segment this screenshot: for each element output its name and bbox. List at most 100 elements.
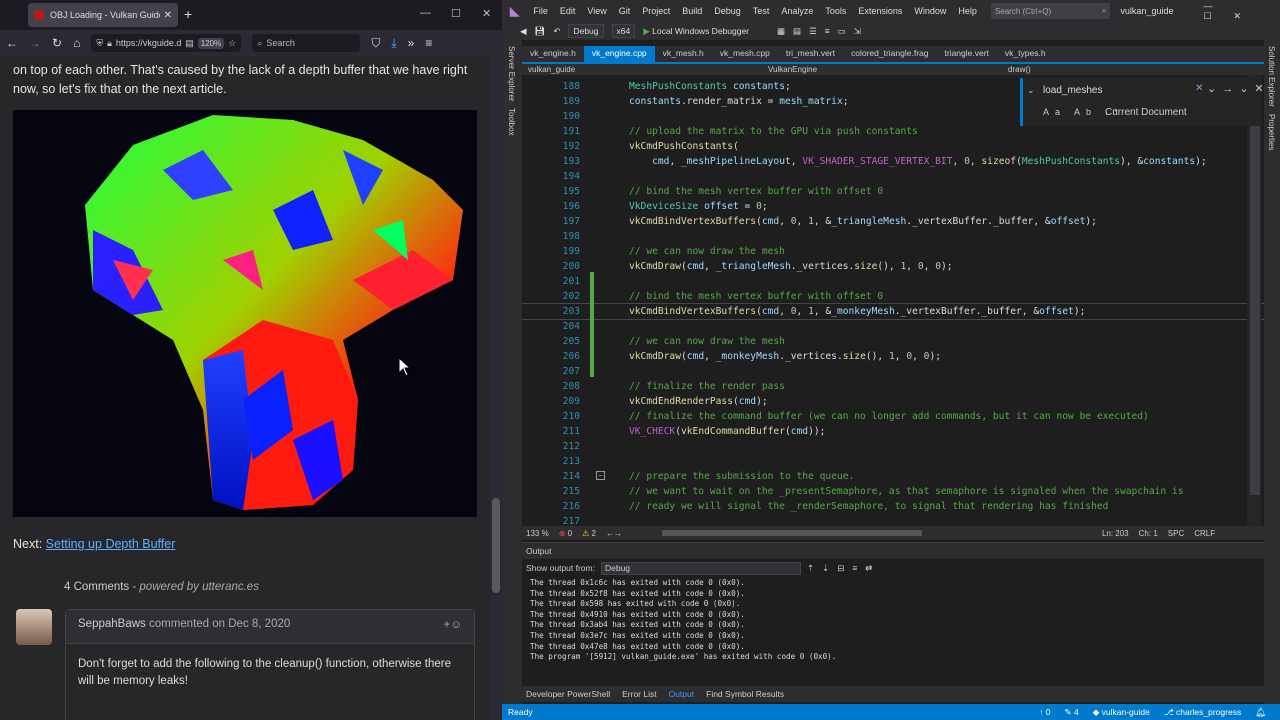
pocket-icon[interactable]: ⛉	[371, 36, 380, 51]
undo-icon[interactable]: ↶	[553, 26, 560, 37]
menu-tools[interactable]: Tools	[819, 6, 852, 16]
code-line[interactable]: 214 // prepare the submission to the queu…	[522, 469, 1264, 484]
close-window-button[interactable]: ✕	[482, 7, 491, 20]
nav-back-icon[interactable]: ◀	[520, 26, 527, 37]
project-dropdown[interactable]: vulkan_guide	[522, 65, 752, 74]
code-line[interactable]: 215 // we want to wait on the _presentSem…	[522, 484, 1264, 499]
output-source-dropdown[interactable]: Debug	[600, 561, 801, 575]
tab-triangle-vert[interactable]: triangle.vert	[937, 46, 997, 62]
save-all-icon[interactable]: 💾︎	[535, 26, 546, 37]
tab-vk-types-h[interactable]: vk_types.h	[997, 46, 1054, 62]
code-line[interactable]: 191 // upload the matrix to the GPU via p…	[522, 124, 1264, 139]
editor-scroll-thumb[interactable]	[1250, 115, 1260, 495]
server-explorer-tab[interactable]: Server Explorer	[507, 46, 516, 102]
menu-icon[interactable]: ≡	[425, 36, 432, 50]
forward-icon[interactable]: →	[29, 36, 41, 50]
maximize-button[interactable]: ☐	[451, 7, 461, 20]
address-bar[interactable]: ⛨ 🔒︎ https://vkguide.d ▤ 120% ☆	[91, 34, 242, 52]
minimize-button[interactable]: —	[420, 7, 431, 19]
code-line[interactable]: 213	[522, 454, 1264, 469]
tab-tri-mesh-vert[interactable]: tri_mesh.vert	[778, 46, 843, 62]
warning-count[interactable]: ⚠ 2	[582, 529, 596, 538]
code-line[interactable]: 211 VK_CHECK(vkEndCommandBuffer(cmd));	[522, 424, 1264, 439]
menu-edit[interactable]: Edit	[554, 6, 582, 16]
reader-icon[interactable]: ▤	[185, 38, 194, 49]
home-icon[interactable]: ⌂	[73, 36, 80, 50]
menu-project[interactable]: Project	[636, 6, 676, 16]
code-line[interactable]: 217	[522, 514, 1264, 526]
tab-find-symbol-results[interactable]: Find Symbol Results	[706, 689, 784, 699]
member-dropdown[interactable]: draw()	[1002, 65, 1031, 74]
code-line[interactable]: 207	[522, 364, 1264, 379]
nav-arrows-icon[interactable]: ←→	[606, 529, 622, 538]
error-count[interactable]: ⊗ 0	[559, 529, 572, 538]
code-line[interactable]: 203 vkCmdBindVertexBuffers(cmd, 0, 1, &_m…	[522, 303, 1264, 320]
code-line[interactable]: 196 VkDeviceSize offset = 0;	[522, 199, 1264, 214]
editor-zoom[interactable]: 133 %	[526, 529, 549, 538]
tab-vk-engine-cpp[interactable]: vk_engine.cpp	[583, 46, 655, 62]
code-line[interactable]: 197 vkCmdBindVertexBuffers(cmd, 0, 1, &_t…	[522, 214, 1264, 229]
menu-build[interactable]: Build	[676, 6, 708, 16]
whitespace-mode[interactable]: SPC	[1168, 529, 1184, 538]
repo-name[interactable]: ◆ vulkan-guide	[1093, 707, 1150, 718]
code-line[interactable]: 201	[522, 274, 1264, 289]
toolbox-tab[interactable]: Toolbox	[507, 108, 516, 136]
output-tool-icons[interactable]: ⇡⇣⊟≡⇄	[807, 563, 880, 574]
search-box[interactable]: ⌕ Search	[252, 34, 361, 52]
menu-view[interactable]: View	[581, 6, 612, 16]
menu-help[interactable]: Help	[952, 6, 983, 16]
code-line[interactable]: 216 // ready we will signal the _renderSe…	[522, 499, 1264, 514]
properties-tab[interactable]: Properties	[1267, 114, 1276, 150]
next-article-link[interactable]: Setting up Depth Buffer	[46, 537, 176, 551]
menu-extensions[interactable]: Extensions	[852, 6, 908, 16]
page-scrollbar[interactable]	[490, 56, 502, 720]
tab-error-list[interactable]: Error List	[622, 689, 656, 699]
solution-explorer-tab[interactable]: Solution Explorer	[1267, 46, 1276, 107]
browser-tab[interactable]: OBJ Loading - Vulkan Guide ✕	[28, 3, 178, 27]
code-editor[interactable]: 188 MeshPushConstants constants; 189 consta…	[522, 75, 1264, 526]
git-up-count[interactable]: ↑ 0	[1039, 707, 1050, 718]
tab-vk-mesh-h[interactable]: vk_mesh.h	[655, 46, 712, 62]
tab-vk-mesh-cpp[interactable]: vk_mesh.cpp	[712, 46, 778, 62]
add-reaction-icon[interactable]: +☺	[444, 619, 462, 631]
code-line[interactable]: 205 // we can now draw the mesh	[522, 334, 1264, 349]
scope-dropdown[interactable]: VulkanEngine	[762, 65, 992, 74]
find-input[interactable]: load_meshes	[1043, 83, 1193, 99]
run-debugger-button[interactable]: Local Windows Debugger	[643, 26, 749, 37]
code-line[interactable]: 202 // bind the mesh vertex buffer with o…	[522, 289, 1264, 304]
code-line[interactable]: 193 cmd, _meshPipelineLayout, VK_SHADER_…	[522, 154, 1264, 169]
collapse-toggle-icon[interactable]: −	[596, 471, 605, 480]
branch-name[interactable]: ⎇ charles_progress	[1164, 707, 1241, 718]
code-line[interactable]: 199 // we can now draw the mesh	[522, 244, 1264, 259]
platform-dropdown[interactable]: x64	[611, 24, 636, 38]
zoom-level[interactable]: 120%	[197, 37, 225, 49]
back-icon[interactable]: ←	[6, 36, 18, 50]
page-scrollbar-thumb[interactable]	[492, 498, 500, 593]
find-clear-icon[interactable]: ✕	[1195, 83, 1203, 94]
code-line[interactable]: 209 vkCmdEndRenderPass(cmd);	[522, 394, 1264, 409]
menu-file[interactable]: File	[527, 6, 554, 16]
editor-horizontal-scrollbar[interactable]	[661, 530, 922, 536]
comments-powered-by[interactable]: - powered by utteranc.es	[132, 581, 259, 593]
code-line[interactable]: 204	[522, 319, 1264, 334]
comment-author[interactable]: SeppahBaws	[78, 618, 146, 630]
menu-test[interactable]: Test	[747, 6, 776, 16]
reload-icon[interactable]: ↻	[52, 36, 62, 50]
close-tab-icon[interactable]: ✕	[164, 10, 172, 21]
code-line[interactable]: 200 vkCmdDraw(cmd, _triangleMesh._vertice…	[522, 259, 1264, 274]
configuration-dropdown[interactable]: Debug	[568, 24, 604, 38]
find-next-icon[interactable]: ⌄→⌄✕	[1207, 82, 1264, 95]
code-line[interactable]: 210 // finalize the command buffer (we ca…	[522, 409, 1264, 424]
code-line[interactable]: 195 // bind the mesh vertex buffer with o…	[522, 184, 1264, 199]
overflow-chevron-icon[interactable]: »	[408, 36, 415, 50]
window-controls[interactable]: —☐✕	[1203, 1, 1280, 22]
download-icon[interactable]: ⤓	[391, 36, 396, 51]
toolbar-extra-icons[interactable]: ▦▤☰≡▭⇲	[777, 26, 869, 37]
tab-developer-powershell[interactable]: Developer PowerShell	[526, 689, 610, 699]
code-line[interactable]: 192 vkCmdPushConstants(	[522, 139, 1264, 154]
tab-colored-triangle-frag[interactable]: colored_triangle.frag	[843, 46, 937, 62]
menu-window[interactable]: Window	[908, 6, 952, 16]
find-expand-icon[interactable]: ⌄	[1027, 85, 1035, 96]
new-tab-button[interactable]: +	[184, 6, 192, 22]
bookmark-star-icon[interactable]: ☆	[228, 38, 236, 49]
